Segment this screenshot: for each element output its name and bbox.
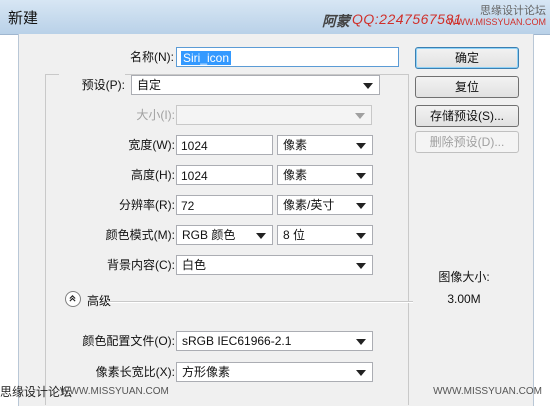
- pixel-aspect-label: 像素长宽比(X):: [95, 365, 175, 379]
- name-input-value: Siri_icon: [181, 51, 232, 65]
- chevron-down-icon: [363, 83, 373, 89]
- pixel-aspect-select[interactable]: 方形像素: [176, 362, 373, 382]
- footer-watermark-url-right: WWW.MISSYUAN.COM: [433, 386, 542, 397]
- resolution-label: 分辨率(R):: [119, 198, 175, 212]
- width-unit-value: 像素: [283, 138, 308, 152]
- size-label: 大小(I):: [136, 108, 175, 122]
- width-label: 宽度(W):: [128, 138, 175, 152]
- name-input[interactable]: Siri_icon: [176, 47, 399, 67]
- background-select[interactable]: 白色: [176, 255, 373, 275]
- preset-select[interactable]: 自定: [131, 75, 380, 95]
- color-profile-select[interactable]: sRGB IEC61966-2.1: [176, 331, 373, 351]
- title-bar: 新建 阿蒙 QQ:2247567581 思缘设计论坛 WWW.MISSYUAN.…: [0, 0, 550, 35]
- height-unit-value: 像素: [283, 168, 308, 182]
- chevron-down-icon: [356, 263, 366, 269]
- delete-preset-button[interactable]: 删除预设(D)...: [415, 131, 519, 153]
- size-select[interactable]: [176, 105, 372, 125]
- ok-button[interactable]: 确定: [415, 47, 519, 69]
- width-input[interactable]: 1024: [176, 135, 273, 155]
- height-unit-select[interactable]: 像素: [277, 165, 373, 185]
- chevron-down-icon: [356, 233, 366, 239]
- name-label: 名称(N):: [130, 50, 174, 64]
- resolution-unit-select[interactable]: 像素/英寸: [277, 195, 373, 215]
- resolution-unit-value: 像素/英寸: [283, 198, 335, 212]
- chevron-down-icon: [356, 339, 366, 345]
- width-unit-select[interactable]: 像素: [277, 135, 373, 155]
- bit-depth-value: 8 位: [283, 228, 306, 242]
- reset-button[interactable]: 复位: [415, 76, 519, 98]
- chevron-down-icon: [355, 113, 365, 119]
- watermark-site: 思缘设计论坛: [480, 5, 546, 17]
- color-profile-value: sRGB IEC61966-2.1: [182, 334, 292, 348]
- new-document-dialog: 名称(N): Siri_icon 预设(P): 自定 大小(I): 宽度(W):…: [18, 34, 534, 406]
- window-title: 新建: [8, 10, 39, 27]
- watermark-site-block: 思缘设计论坛 WWW.MISSYUAN.COM: [448, 6, 546, 28]
- watermark-author: 阿蒙: [322, 13, 350, 29]
- image-size-label: 图像大小:: [438, 270, 490, 284]
- footer-watermark-url-left: WWW.MISSYUAN.COM: [60, 386, 169, 397]
- advanced-divider: [107, 301, 413, 303]
- preset-select-value: 自定: [137, 78, 162, 92]
- color-mode-label: 颜色模式(M):: [105, 228, 175, 242]
- chevron-down-icon: [356, 203, 366, 209]
- watermark-qq: QQ:2247567581: [352, 11, 463, 27]
- bit-depth-select[interactable]: 8 位: [277, 225, 373, 245]
- color-mode-select[interactable]: RGB 颜色: [176, 225, 273, 245]
- image-size-value: 3.00M: [447, 292, 481, 306]
- chevron-down-icon: [256, 233, 266, 239]
- chevron-down-icon: [356, 173, 366, 179]
- background-value: 白色: [182, 258, 207, 272]
- background-label: 背景内容(C):: [107, 258, 175, 272]
- advanced-toggle-button[interactable]: [65, 291, 81, 307]
- pixel-aspect-value: 方形像素: [182, 365, 231, 379]
- watermark-url: WWW.MISSYUAN.COM: [448, 17, 546, 27]
- chevron-down-icon: [356, 370, 366, 376]
- color-profile-label: 颜色配置文件(O):: [82, 334, 175, 348]
- save-preset-button[interactable]: 存储预设(S)...: [415, 105, 519, 127]
- preset-label: 预设(P):: [59, 74, 125, 96]
- height-label: 高度(H):: [131, 168, 175, 182]
- color-mode-value: RGB 颜色: [182, 228, 236, 242]
- height-input[interactable]: 1024: [176, 165, 273, 185]
- resolution-input[interactable]: 72: [176, 195, 273, 215]
- chevron-down-icon: [356, 143, 366, 149]
- chevron-up-icon: [69, 295, 76, 302]
